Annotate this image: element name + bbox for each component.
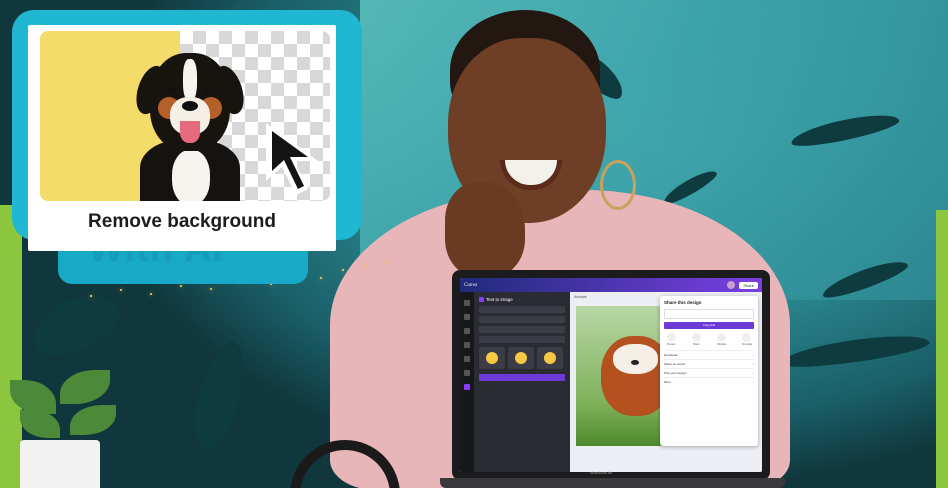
before-after-image [40,31,330,201]
thumbnail[interactable] [537,347,563,369]
sidebar-icon[interactable] [464,356,470,362]
leaf-shape [186,336,254,454]
plant-leaf [70,405,116,435]
lime-accent-left [0,205,22,488]
sidebar-icon[interactable] [464,342,470,348]
share-icons: Present Share Website Template [664,333,754,346]
avatar[interactable] [727,281,736,289]
share-item[interactable]: Share on social › [664,359,754,368]
prompt-input[interactable] [479,306,565,313]
remove-background-card[interactable]: Remove background [28,25,336,251]
plant-pot [20,440,100,488]
canvas-area: Animate Share this design Copy link Pres… [570,292,762,472]
share-button[interactable]: Share [739,281,758,289]
sidebar-icon[interactable] [464,300,470,306]
share-item[interactable]: More › [664,377,754,386]
dog-cutout [120,45,260,201]
plant-leaf [60,370,110,404]
share-item[interactable]: Download › [664,350,754,359]
share-option[interactable]: Share [689,333,703,346]
sidebar-icon[interactable] [464,328,470,334]
laptop-base [440,478,785,488]
text-to-image-panel: Text to image [474,292,570,472]
share-option[interactable]: Template [740,333,754,346]
hoop-earring [600,160,636,210]
plant-leaf [20,410,60,438]
sidebar-icon[interactable] [464,370,470,376]
panel-title: Text to image [479,297,565,302]
feature-label: Remove background [88,211,276,232]
panel-title-label: Text to image [486,297,513,302]
app-icon [479,297,484,302]
result-thumbnails [479,347,565,369]
leaf-shape [779,329,931,373]
laptop: Canva Share Text to image Animate Share … [452,270,770,480]
share-option[interactable]: Website [715,333,729,346]
hand [445,182,525,277]
option-row[interactable] [479,316,565,323]
animate-button[interactable]: Animate [574,295,587,299]
share-input[interactable] [664,309,754,319]
app-logo[interactable]: Canva [464,283,477,288]
sidebar-icon-active[interactable] [464,384,470,390]
app-topbar: Canva Share [460,278,762,292]
thumbnail[interactable] [508,347,534,369]
share-title: Share this design [664,300,702,305]
option-row[interactable] [479,326,565,333]
laptop-screen: Canva Share Text to image Animate Share … [460,278,762,472]
sidebar-icon[interactable] [464,314,470,320]
thumbnail[interactable] [479,347,505,369]
copy-link-button[interactable]: Copy link [664,322,754,329]
share-option[interactable]: Present [664,333,678,346]
laptop-brand-label: MacBook Air [590,470,613,475]
share-item[interactable]: Print your design › [664,368,754,377]
cursor-arrow-icon [266,123,318,195]
lime-accent-right [936,210,948,488]
share-popup: Share this design Copy link Present Shar… [660,296,758,446]
option-row[interactable] [479,336,565,343]
generate-button[interactable] [479,374,565,381]
background-scene: Canva Share Text to image Animate Share … [0,0,948,488]
app-sidebar [460,292,474,472]
